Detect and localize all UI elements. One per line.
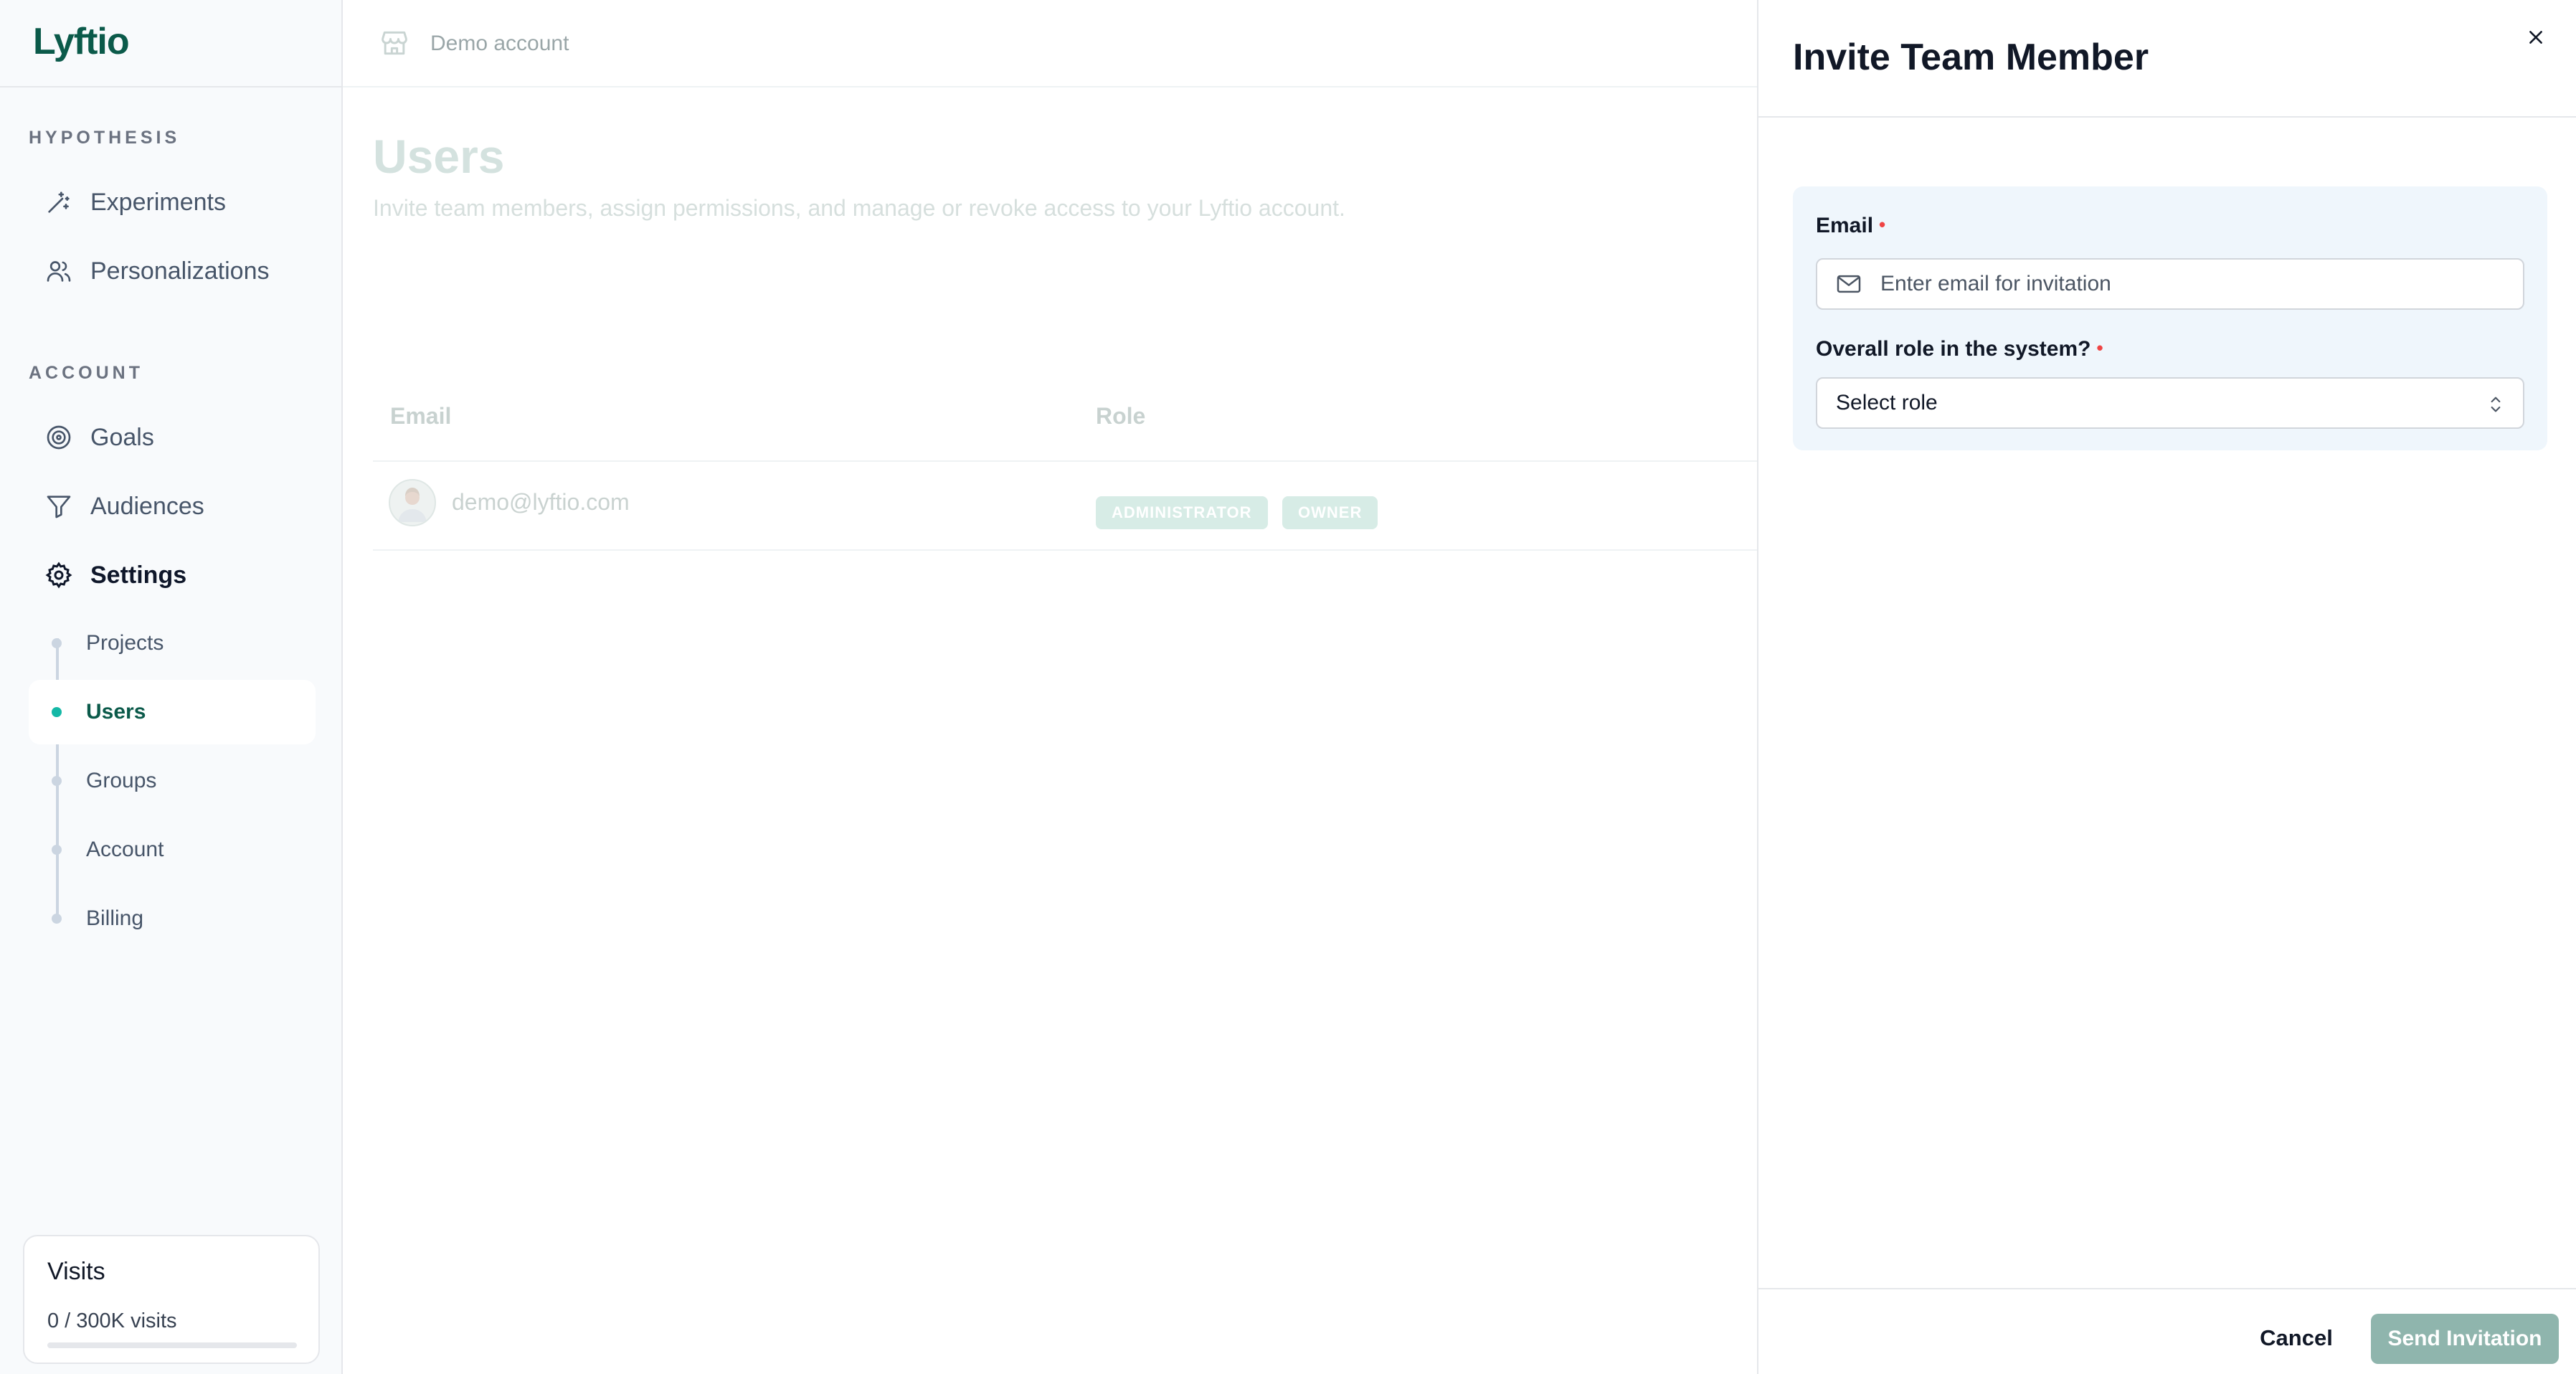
sidebar-subitem-account[interactable]: Account xyxy=(29,818,316,882)
target-icon xyxy=(43,422,75,453)
sidebar-item-experiments[interactable]: Experiments xyxy=(29,175,316,229)
visits-progress-bar xyxy=(47,1342,297,1348)
invite-form: Email• Overall role in the system?• Sele… xyxy=(1793,186,2547,450)
drawer-title: Invite Team Member xyxy=(1793,37,2149,78)
visits-card: Visits 0 / 300K visits xyxy=(23,1235,320,1364)
sidebar-item-settings[interactable]: Settings xyxy=(29,548,316,602)
visits-title: Visits xyxy=(47,1258,105,1285)
sidebar-subitem-label: Account xyxy=(86,838,164,861)
sidebar-subitem-label: Projects xyxy=(86,631,164,655)
cancel-button[interactable]: Cancel xyxy=(2260,1314,2333,1363)
store-icon[interactable] xyxy=(379,27,410,59)
role-badge-owner: OWNER xyxy=(1282,496,1378,529)
sidebar-item-goals[interactable]: Goals xyxy=(29,410,316,465)
page-subtitle: Invite team members, assign permissions,… xyxy=(373,195,1345,221)
required-marker: • xyxy=(1879,214,1886,235)
sidebar-subitem-projects[interactable]: Projects xyxy=(29,611,316,676)
sidebar-item-label: Experiments xyxy=(90,188,226,216)
sidebar-subitem-billing[interactable]: Billing xyxy=(29,886,316,951)
brand-logo[interactable]: Lyftio xyxy=(33,20,130,63)
page-title: Users xyxy=(373,130,505,183)
role-badge-administrator: ADMINISTRATOR xyxy=(1096,496,1268,529)
sidebar-item-label: Goals xyxy=(90,423,154,451)
mail-icon xyxy=(1834,270,1863,298)
subnav-dot xyxy=(52,845,62,855)
sidebar-item-personalizations[interactable]: Personalizations xyxy=(29,244,316,298)
close-icon xyxy=(2527,28,2545,50)
invite-drawer: Invite Team Member Email• Overall role i… xyxy=(1757,0,2576,1374)
subnav-dot xyxy=(52,776,62,786)
account-switcher[interactable]: Demo account xyxy=(430,32,569,56)
sidebar-subitem-label: Groups xyxy=(86,769,157,792)
drawer-footer-divider xyxy=(1758,1288,2576,1289)
subnav-dot xyxy=(52,914,62,924)
sidebar-item-label: Audiences xyxy=(90,492,204,520)
role-label: Overall role in the system? • xyxy=(1816,337,2103,361)
send-invitation-button[interactable]: Send Invitation xyxy=(2371,1314,2559,1364)
section-label-account: ACCOUNT xyxy=(29,363,143,383)
email-label: Email • xyxy=(1816,214,1885,238)
role-select[interactable]: Select role xyxy=(1816,377,2524,429)
email-field[interactable] xyxy=(1816,258,2524,310)
sidebar-subitem-label: Users xyxy=(86,700,146,724)
role-label-text: Overall role in the system? xyxy=(1816,337,2091,361)
avatar xyxy=(389,479,436,526)
required-marker: • xyxy=(2096,337,2103,359)
subnav-dot xyxy=(52,707,62,717)
role-select-value: Select role xyxy=(1836,391,1938,414)
visits-count: 0 / 300K visits xyxy=(47,1309,177,1332)
close-button[interactable] xyxy=(2521,24,2550,53)
drawer-header-divider xyxy=(1758,116,2576,118)
sidebar-subitem-users[interactable]: Users xyxy=(29,680,316,744)
email-label-text: Email xyxy=(1816,214,1874,237)
subnav-dot xyxy=(52,638,62,648)
sidebar-item-audiences[interactable]: Audiences xyxy=(29,479,316,534)
chevron-up-down-icon xyxy=(2484,392,2507,417)
column-header-email[interactable]: Email xyxy=(390,403,451,430)
filter-icon xyxy=(43,491,75,522)
email-input[interactable] xyxy=(1879,271,2513,297)
section-label-hypothesis: HYPOTHESIS xyxy=(29,128,181,148)
sidebar-divider xyxy=(0,86,341,87)
sidebar: Lyftio HYPOTHESIS Experiments Personaliz… xyxy=(0,0,343,1374)
column-header-role[interactable]: Role xyxy=(1096,403,1145,430)
sidebar-subitem-label: Billing xyxy=(86,906,144,930)
users-icon xyxy=(43,255,75,287)
gear-icon xyxy=(43,559,75,591)
user-email: demo@lyftio.com xyxy=(452,489,630,515)
sidebar-item-label: Personalizations xyxy=(90,257,270,285)
magic-wand-icon xyxy=(43,186,75,218)
sidebar-subitem-groups[interactable]: Groups xyxy=(29,749,316,813)
sidebar-item-label: Settings xyxy=(90,561,187,589)
